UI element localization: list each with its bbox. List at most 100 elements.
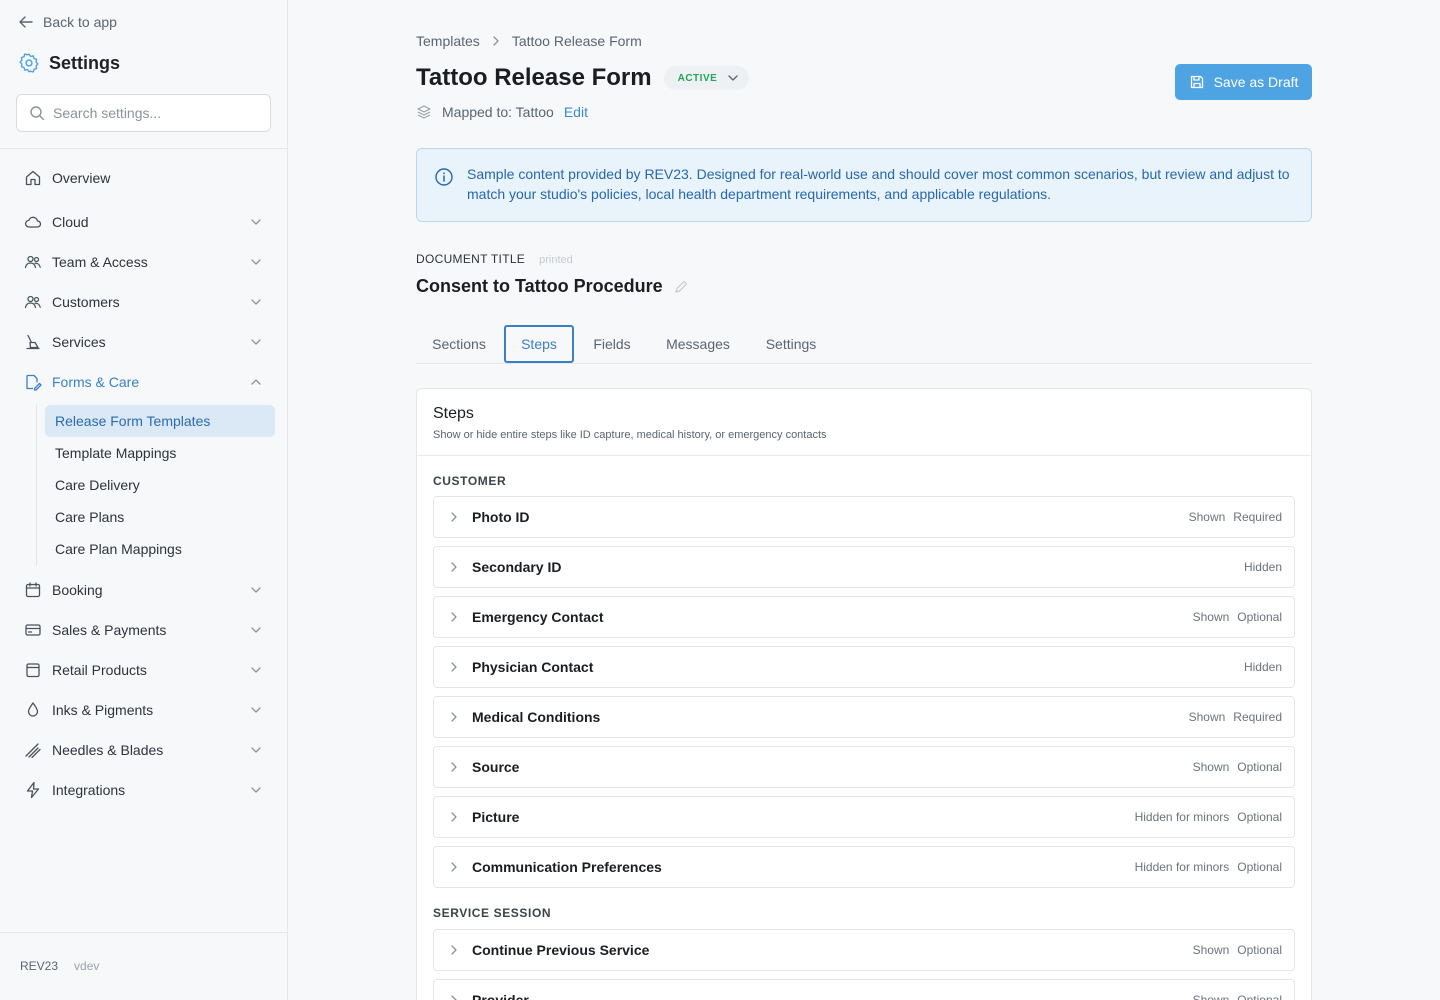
sidebar-item-cloud[interactable]: Cloud (16, 204, 272, 240)
sidebar-item-inks-pigments[interactable]: Inks & Pigments (16, 692, 272, 728)
step-name: Provider (472, 992, 529, 1000)
sidebar-item-label: Customers (52, 294, 120, 310)
step-row[interactable]: Communication Preferences Hidden for mino… (433, 846, 1295, 888)
document-title-label: DOCUMENT TITLE (416, 252, 526, 266)
step-name: Continue Previous Service (472, 942, 650, 958)
credit-card-icon (25, 624, 41, 636)
step-meta: Shown Required (1189, 510, 1282, 524)
step-name: Physician Contact (472, 659, 594, 675)
sidebar-item-overview[interactable]: Overview (16, 160, 272, 196)
chevron-right-icon (448, 711, 460, 723)
step-visibility: Shown (1192, 943, 1230, 957)
group-label-service-session: SERVICE SESSION (433, 906, 552, 920)
step-name: Communication Preferences (472, 859, 662, 875)
tab-sections[interactable]: Sections (416, 325, 502, 363)
forms-icon (26, 374, 42, 391)
step-row[interactable]: Photo ID Shown Required (433, 496, 1295, 538)
chevron-down-icon (251, 747, 261, 753)
step-visibility: Shown (1188, 510, 1226, 524)
step-row[interactable]: Medical Conditions Shown Required (433, 696, 1295, 738)
step-requirement: Required (1233, 710, 1282, 724)
info-banner: Sample content provided by REV23. Design… (416, 148, 1312, 222)
home-icon (25, 170, 41, 186)
tab-label: Settings (765, 336, 817, 352)
step-name: Emergency Contact (472, 609, 604, 625)
sidebar-item-label: Booking (52, 582, 103, 598)
step-row[interactable]: Continue Previous Service Shown Optional (433, 929, 1295, 971)
chevron-right-icon (448, 611, 460, 623)
subnav-care-delivery[interactable]: Care Delivery (45, 469, 275, 501)
save-as-draft-button[interactable]: Save as Draft (1175, 64, 1312, 100)
step-name: Source (472, 759, 520, 775)
printed-note: printed (539, 254, 573, 266)
step-row[interactable]: Picture Hidden for minors Optional (433, 796, 1295, 838)
step-row[interactable]: Emergency Contact Shown Optional (433, 596, 1295, 638)
pencil-icon[interactable] (673, 279, 689, 295)
step-row[interactable]: Provider Shown Optional (433, 979, 1295, 1000)
mapping-info: Mapped to: Tattoo Edit (416, 104, 588, 120)
chevron-right-icon (493, 36, 499, 46)
chevron-right-icon (448, 811, 460, 823)
tattoo-machine-icon (26, 334, 40, 350)
sidebar-item-booking[interactable]: Booking (16, 572, 272, 608)
breadcrumb: Templates Tattoo Release Form (416, 33, 642, 49)
sidebar-footer: REV23 vdev (20, 959, 99, 973)
group-label-customer: CUSTOMER (433, 474, 507, 488)
step-row[interactable]: Source Shown Optional (433, 746, 1295, 788)
step-requirement: Optional (1237, 860, 1282, 874)
breadcrumb-current: Tattoo Release Form (511, 33, 642, 49)
subnav-template-mappings[interactable]: Template Mappings (45, 437, 275, 469)
sidebar-item-label: Services (52, 334, 106, 350)
sidebar-divider (0, 148, 287, 149)
sidebar-item-label: Overview (52, 170, 111, 186)
sidebar-item-forms-care[interactable]: Forms & Care (16, 364, 272, 400)
breadcrumb-templates-link[interactable]: Templates (416, 33, 480, 49)
tab-fields[interactable]: Fields (576, 325, 648, 363)
gear-icon (19, 53, 39, 73)
chevron-right-icon (448, 944, 460, 956)
ink-drop-icon (27, 702, 39, 717)
subnav-care-plan-mappings[interactable]: Care Plan Mappings (45, 533, 275, 565)
chevron-right-icon (448, 661, 460, 673)
edit-mapping-link[interactable]: Edit (564, 104, 588, 120)
tab-messages[interactable]: Messages (650, 325, 746, 363)
search-input[interactable] (53, 105, 253, 121)
tab-steps[interactable]: Steps (504, 325, 574, 363)
back-to-app-label: Back to app (43, 14, 117, 30)
chevron-down-icon (251, 299, 261, 305)
sidebar-item-retail-products[interactable]: Retail Products (16, 652, 272, 688)
step-visibility: Shown (1192, 760, 1230, 774)
sidebar-item-sales-payments[interactable]: Sales & Payments (16, 612, 272, 648)
sidebar-item-integrations[interactable]: Integrations (16, 772, 272, 808)
step-row[interactable]: Physician Contact Hidden (433, 646, 1295, 688)
step-requirement: Optional (1237, 993, 1282, 1000)
settings-search[interactable] (16, 94, 271, 132)
step-name: Medical Conditions (472, 709, 601, 725)
step-row[interactable]: Secondary ID Hidden (433, 546, 1295, 588)
subnav-release-form-templates[interactable]: Release Form Templates (45, 405, 275, 437)
sidebar-item-needles-blades[interactable]: Needles & Blades (16, 732, 272, 768)
sidebar-item-team-access[interactable]: Team & Access (16, 244, 272, 280)
subnav-care-plans[interactable]: Care Plans (45, 501, 275, 533)
step-name: Photo ID (472, 509, 530, 525)
tab-label: Sections (432, 336, 486, 352)
steps-card-description: Show or hide entire steps like ID captur… (433, 429, 827, 441)
step-visibility: Hidden (1243, 560, 1282, 574)
chevron-down-icon (251, 259, 261, 265)
document-title-label-row: DOCUMENT TITLE printed (416, 252, 573, 266)
settings-sidebar: Back to app Settings Overview Cloud Team… (0, 0, 288, 1000)
step-name: Picture (472, 809, 520, 825)
info-banner-text: Sample content provided by REV23. Design… (467, 166, 1290, 202)
chevron-down-icon (251, 339, 261, 345)
sidebar-item-services[interactable]: Services (16, 324, 272, 360)
chevron-right-icon (448, 761, 460, 773)
layers-icon (417, 105, 431, 119)
back-to-app-link[interactable]: Back to app (18, 12, 117, 32)
tab-settings[interactable]: Settings (748, 325, 834, 363)
subnav-label: Care Plans (55, 509, 125, 525)
step-meta: Shown Optional (1193, 610, 1282, 624)
sidebar-item-customers[interactable]: Customers (16, 284, 272, 320)
status-dropdown[interactable]: ACTIVE (663, 66, 750, 90)
subnav-label: Care Delivery (55, 477, 140, 493)
step-requirement: Required (1233, 510, 1282, 524)
